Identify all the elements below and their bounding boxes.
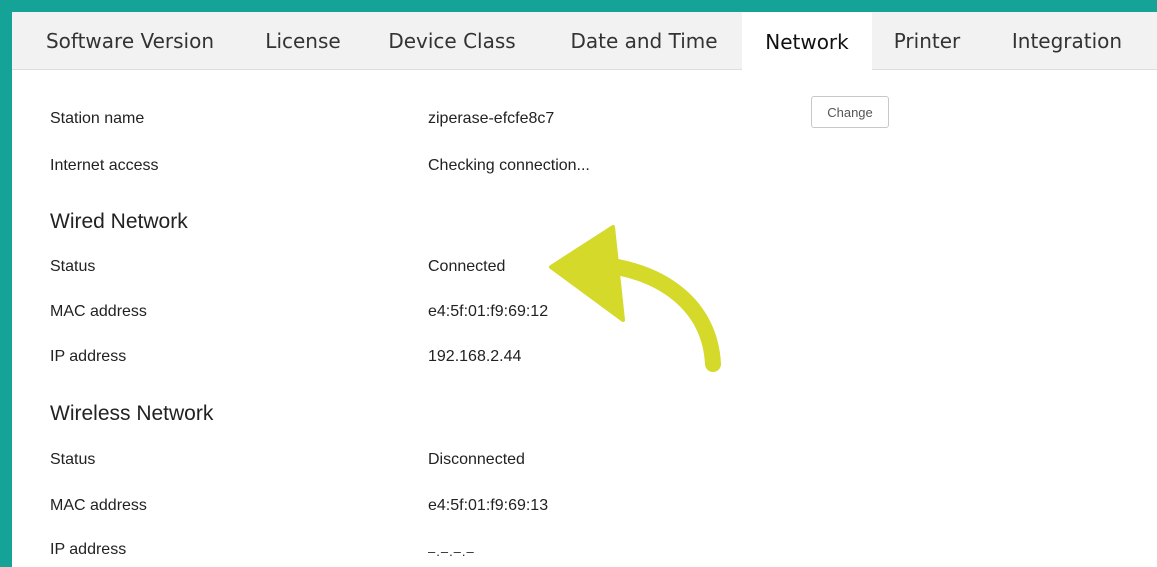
wireless-status-value: Disconnected bbox=[428, 451, 525, 468]
tab-date-and-time[interactable]: Date and Time bbox=[546, 12, 742, 70]
wireless-network-heading: Wireless Network bbox=[50, 402, 214, 425]
internet-access-value: Checking connection... bbox=[428, 157, 590, 174]
wireless-mac-value: e4:5f:01:f9:69:13 bbox=[428, 497, 549, 514]
wired-status-label: Status bbox=[50, 258, 96, 275]
tab-network[interactable]: Network bbox=[742, 12, 872, 71]
wired-ip-value: 192.168.2.44 bbox=[428, 348, 522, 365]
accent-frame-left bbox=[0, 0, 12, 567]
wired-ip-label: IP address bbox=[50, 348, 127, 365]
tab-device-class[interactable]: Device Class bbox=[358, 12, 546, 70]
tab-integration[interactable]: Integration bbox=[982, 12, 1152, 70]
accent-frame-top bbox=[0, 0, 1157, 12]
change-station-name-button[interactable]: Change bbox=[811, 96, 889, 128]
wired-mac-label: MAC address bbox=[50, 303, 147, 320]
tab-printer[interactable]: Printer bbox=[872, 12, 982, 70]
curved-arrow-icon bbox=[549, 225, 721, 372]
station-name-label: Station name bbox=[50, 110, 145, 127]
settings-tab-bar: Software Version License Device Class Da… bbox=[12, 12, 1157, 71]
tab-software-version[interactable]: Software Version bbox=[12, 12, 248, 70]
internet-access-label: Internet access bbox=[50, 157, 159, 174]
wireless-ip-label: IP address bbox=[50, 541, 127, 558]
station-name-value: ziperase-efcfe8c7 bbox=[428, 110, 555, 127]
wireless-status-label: Status bbox=[50, 451, 96, 468]
wireless-ip-value: –.–.–.– bbox=[428, 544, 475, 559]
wired-network-heading: Wired Network bbox=[50, 210, 188, 233]
wired-mac-value: e4:5f:01:f9:69:12 bbox=[428, 303, 549, 320]
wireless-mac-label: MAC address bbox=[50, 497, 147, 514]
wired-status-value: Connected bbox=[428, 258, 506, 275]
tab-license[interactable]: License bbox=[248, 12, 358, 70]
